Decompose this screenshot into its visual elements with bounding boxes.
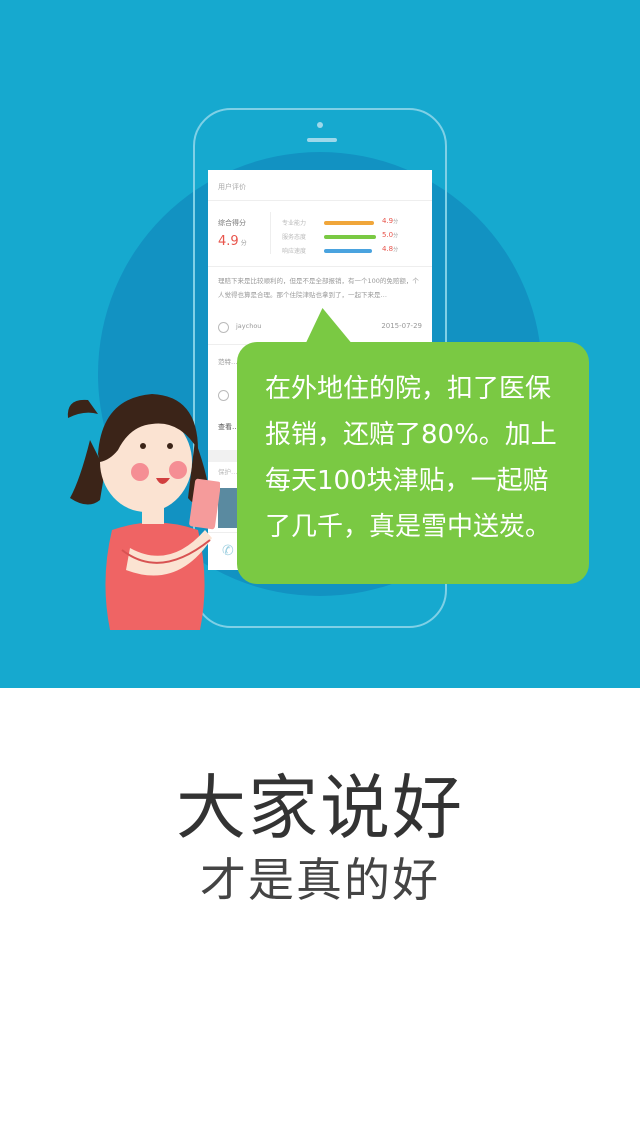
review-text-2: 范特… bbox=[218, 358, 238, 366]
reviewer-name: jaychou bbox=[236, 322, 262, 330]
metric-bar bbox=[324, 249, 372, 253]
review-text: 理赔下来是比较顺利的，但是不是全部报销，有一个100的免赔额，个人觉得也算是合理… bbox=[218, 277, 419, 299]
review-date: 2015-07-29 bbox=[381, 322, 422, 330]
subheadline: 才是真的好 bbox=[200, 853, 440, 907]
score-value: 4.9 分 bbox=[218, 234, 247, 249]
divider bbox=[208, 266, 432, 267]
screen-header: 用户评价 bbox=[218, 183, 246, 191]
girl-illustration-icon bbox=[67, 394, 220, 630]
metric-row-response: 响应速度 4.8分 bbox=[282, 245, 432, 256]
metric-bar bbox=[324, 221, 374, 225]
speech-bubble: 在外地住的院，扣了医保 报销，还赔了80%。加上 每天100块津贴，一起赔 了几… bbox=[237, 342, 589, 584]
metric-value: 4.8分 bbox=[382, 245, 399, 253]
phone-camera bbox=[317, 122, 323, 128]
metric-value: 4.9分 bbox=[382, 217, 399, 225]
phone-icon[interactable]: ✆ bbox=[222, 543, 234, 559]
metric-bar bbox=[324, 235, 376, 239]
score-label: 综合得分 bbox=[218, 219, 246, 227]
divider bbox=[208, 200, 432, 201]
metric-label: 响应速度 bbox=[282, 248, 307, 255]
divider bbox=[270, 212, 271, 254]
metric-label: 服务态度 bbox=[282, 234, 307, 241]
metric-row-professional: 专业能力 4.9分 bbox=[282, 217, 432, 228]
headline: 大家说好 bbox=[176, 767, 464, 849]
metric-row-service: 服务态度 5.0分 bbox=[282, 231, 432, 242]
score-unit: 分 bbox=[240, 240, 247, 247]
section-title: 保护… bbox=[218, 468, 238, 476]
user-icon bbox=[218, 322, 229, 333]
metric-label: 专业能力 bbox=[282, 220, 307, 227]
view-more-link[interactable]: 查看… bbox=[218, 422, 239, 432]
score-number: 4.9 bbox=[218, 234, 239, 249]
metric-value: 5.0分 bbox=[382, 231, 399, 239]
testimonial-text: 在外地住的院，扣了医保 报销，还赔了80%。加上 每天100块津贴，一起赔 了几… bbox=[265, 374, 557, 542]
hero-banner: 用户评价 综合得分 4.9 分 专业能力 4.9分 服务态度 5.0分 响应速度 … bbox=[0, 0, 640, 688]
phone-speaker bbox=[307, 138, 337, 142]
